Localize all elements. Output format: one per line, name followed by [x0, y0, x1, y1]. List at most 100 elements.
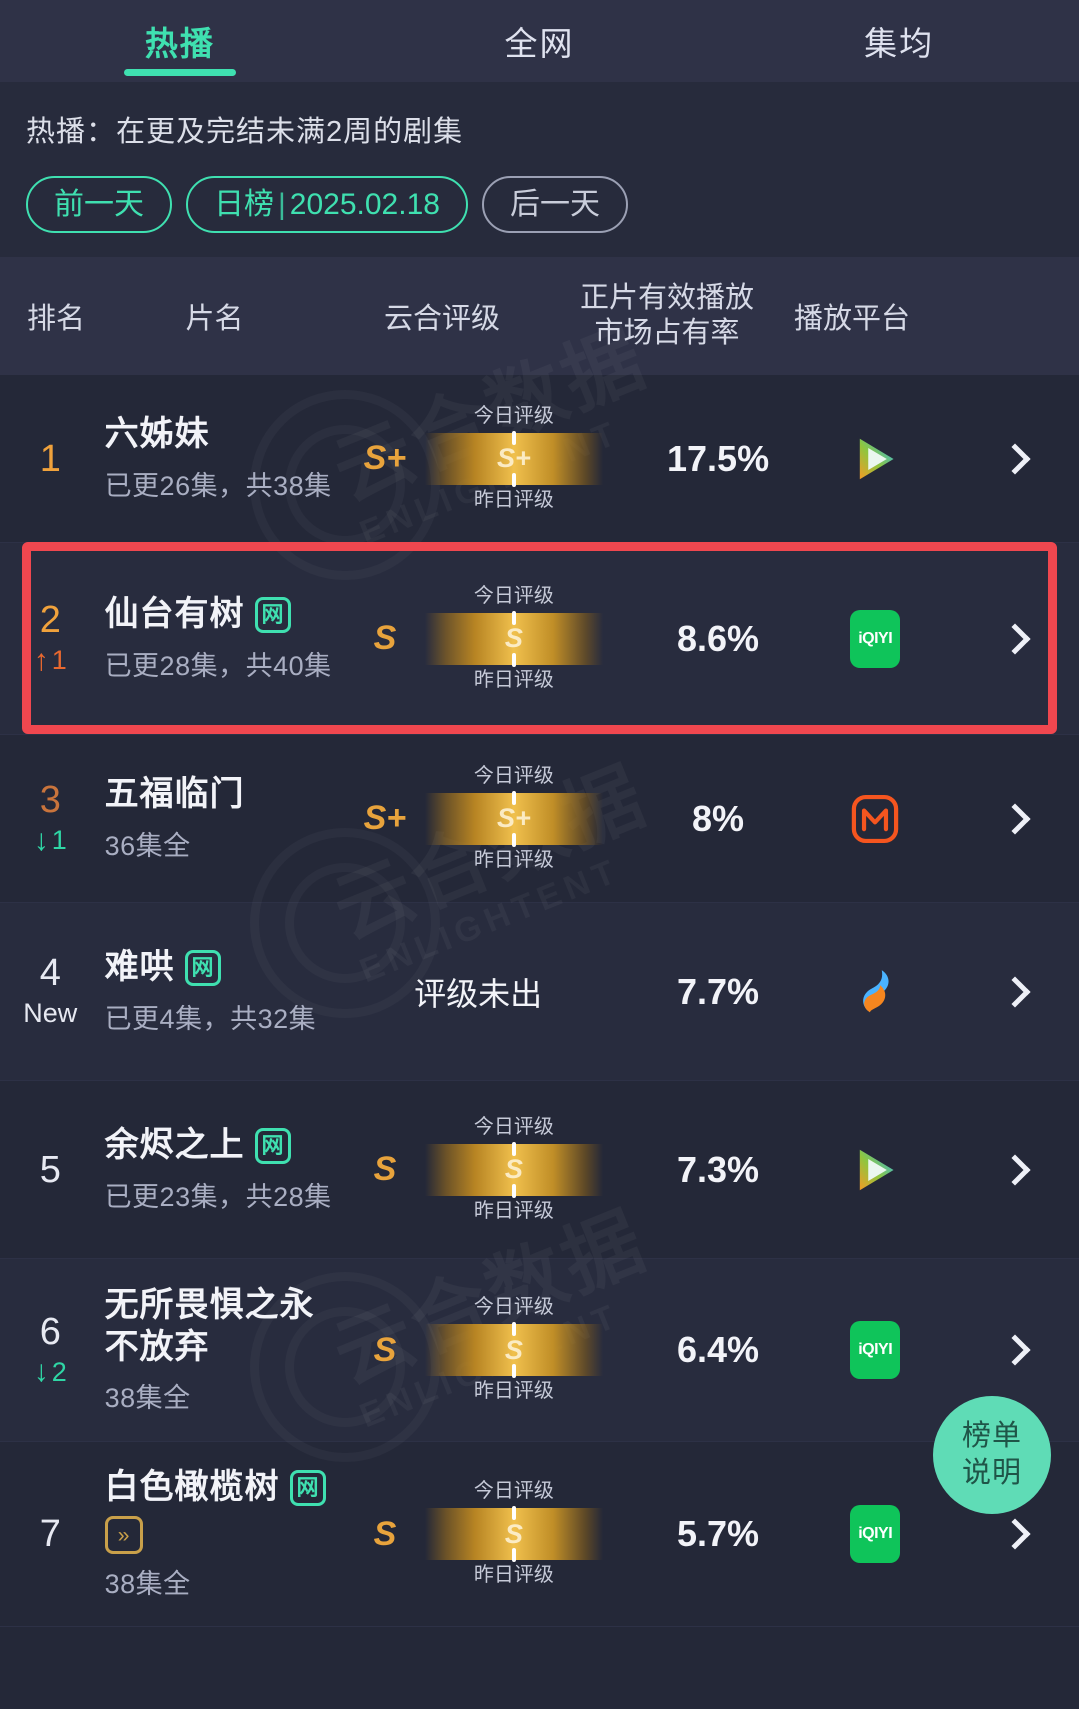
tab-whole-network[interactable]: 全网	[360, 0, 720, 82]
grade-cell: S+ 今日评级 S+ 昨日评级	[339, 763, 637, 875]
prev-day-button[interactable]: 前一天	[26, 176, 172, 233]
rank-number: 1	[39, 437, 61, 480]
wheel-tick-bottom	[511, 832, 516, 847]
title-cell[interactable]: 五福临门 36集全	[101, 774, 339, 862]
ranking-period-label: 日榜	[214, 188, 274, 221]
table-row[interactable]: 7 白色橄榄树 网 » 38集全 S 今日评级 S 昨日评级 5.7% iQIY…	[0, 1442, 1079, 1627]
wheel-band: S	[424, 610, 603, 667]
tab-label: 集均	[864, 25, 935, 62]
share-value: 8.6%	[677, 617, 760, 659]
rank-cell: 3 ↓ 1	[0, 781, 101, 856]
title-line: 仙台有树 网	[105, 594, 339, 635]
title-cell[interactable]: 仙台有树 网 已更28集，共40集	[101, 594, 339, 682]
ranking-explanation-button[interactable]: 榜单 说明	[933, 1396, 1051, 1514]
row-detail-button[interactable]	[952, 975, 1079, 1008]
rank-change-up: ↑ 1	[34, 645, 67, 676]
chevron-right-icon	[999, 1153, 1031, 1186]
header-title: 片名	[185, 303, 244, 335]
platform-cell[interactable]: iQIYI	[799, 609, 952, 668]
platform-cell[interactable]	[799, 792, 952, 846]
table-row[interactable]: 3 ↓ 1 五福临门 36集全 S+ 今日评级 S+ 昨日评级 8%	[0, 735, 1079, 903]
wheel-label-yesterday: 昨日评级	[473, 1564, 554, 1586]
row-detail-button[interactable]	[952, 622, 1079, 655]
title-cell[interactable]: 六姊妹 已更26集，共38集	[101, 414, 339, 502]
platform-cell[interactable]	[799, 432, 952, 486]
chevron-right-icon	[999, 442, 1031, 475]
web-exclusive-badge: 网	[184, 950, 221, 986]
enlightent-drama-ranking-screen: 热播 全网 集均 热播：在更及完结未满2周的剧集 前一天 日榜 | 2025.02.…	[0, 0, 1079, 1709]
grade-wheel: 今日评级 S+ 昨日评级	[424, 763, 603, 875]
grade-not-available: 评级未出	[414, 975, 543, 1012]
show-title: 无所畏惧之永不放弃	[104, 1286, 315, 1366]
wheel-band: S	[424, 1322, 603, 1378]
wheel-label-today: 今日评级	[473, 404, 554, 427]
header-grade: 云合评级	[383, 303, 500, 335]
wheel-label-yesterday: 昨日评级	[473, 848, 554, 871]
web-exclusive-badge: 网	[254, 1128, 291, 1164]
episode-info: 已更26集，共38集	[104, 470, 332, 501]
wheel-label-today: 今日评级	[473, 584, 554, 607]
platform-cell[interactable]	[799, 965, 952, 1019]
grade-current: S	[373, 619, 397, 657]
grade-current: S+	[363, 799, 407, 837]
mango-tv-icon	[851, 794, 899, 843]
share-value: 17.5%	[667, 437, 770, 479]
rank-change-value: 1	[51, 645, 67, 675]
iqiyi-icon: iQIYI	[850, 1321, 901, 1379]
wheel-value: S	[504, 623, 523, 653]
grade-cell: S 今日评级 S 昨日评级	[339, 1478, 637, 1590]
rank-number: 7	[39, 1513, 61, 1555]
wheel-label-today: 今日评级	[473, 1296, 554, 1318]
row-detail-button[interactable]	[952, 442, 1079, 475]
wheel-label-today: 今日评级	[473, 1480, 554, 1502]
title-cell[interactable]: 白色橄榄树 网 » 38集全	[101, 1467, 339, 1601]
youku-icon	[863, 969, 889, 1012]
next-day-button[interactable]: 后一天	[481, 176, 628, 233]
rank-cell: 4 New	[0, 954, 101, 1029]
table-row[interactable]: 6 ↓ 2 无所畏惧之永不放弃 38集全 S 今日评级 S 昨日评级 6.4% …	[0, 1259, 1079, 1442]
wheel-label-yesterday: 昨日评级	[473, 488, 554, 511]
filter-description: 热播：在更及完结未满2周的剧集	[26, 116, 464, 148]
date-selector-button[interactable]: 日榜 | 2025.02.18	[186, 176, 468, 233]
rank-change-down: ↓ 2	[34, 1357, 67, 1388]
wheel-label-yesterday: 昨日评级	[473, 1380, 554, 1402]
table-row[interactable]: 2 ↑ 1 仙台有树 网 已更28集，共40集 S 今日评级 S 昨日评级 8.…	[0, 543, 1079, 735]
wheel-label-yesterday: 昨日评级	[473, 668, 554, 691]
platform-cell[interactable]: iQIYI	[799, 1505, 952, 1563]
tab-per-episode-average[interactable]: 集均	[719, 0, 1079, 82]
title-cell[interactable]: 无所畏惧之永不放弃 38集全	[101, 1285, 339, 1415]
platform-cell[interactable]	[799, 1143, 952, 1197]
wheel-label-yesterday: 昨日评级	[473, 1199, 554, 1222]
title-cell[interactable]: 难哄 网 已更4集，共32集	[101, 947, 339, 1035]
tencent-video-icon	[859, 1149, 894, 1190]
arrow-down-icon: ↓	[33, 1355, 49, 1388]
title-line: 余烬之上 网	[105, 1125, 339, 1166]
table-row[interactable]: 1 六姊妹 已更26集，共38集 S+ 今日评级 S+ 昨日评级 17.5%	[0, 375, 1079, 543]
grade-current: S+	[363, 439, 407, 477]
tab-hot-airing[interactable]: 热播	[0, 0, 360, 82]
arrow-up-icon: ↑	[33, 643, 49, 677]
show-title: 余烬之上	[104, 1126, 245, 1165]
grade-wheel: 今日评级 S 昨日评级	[424, 1114, 603, 1226]
title-line: 无所畏惧之永不放弃	[105, 1285, 339, 1368]
episode-info: 已更23集，共28集	[104, 1181, 332, 1212]
table-row[interactable]: 5 余烬之上 网 已更23集，共28集 S 今日评级 S 昨日评级 7.3%	[0, 1081, 1079, 1259]
header-rank: 排名	[26, 303, 85, 335]
row-detail-button[interactable]	[952, 802, 1079, 835]
episode-info: 已更4集，共32集	[104, 1003, 317, 1034]
row-detail-button[interactable]	[952, 1334, 1079, 1366]
date-nav-chips: 前一天 日榜 | 2025.02.18 后一天	[26, 176, 1053, 233]
rank-number: 6	[39, 1310, 61, 1353]
wheel-tick-bottom	[511, 1548, 516, 1562]
title-cell[interactable]: 余烬之上 网 已更23集，共28集	[101, 1125, 339, 1213]
show-title: 六姊妹	[104, 415, 210, 454]
wheel-band: S	[424, 1141, 603, 1198]
row-detail-button[interactable]	[952, 1153, 1079, 1186]
title-line: 六姊妹	[105, 414, 339, 455]
platform-cell[interactable]: iQIYI	[799, 1321, 952, 1379]
wheel-label-today: 今日评级	[473, 764, 554, 787]
row-detail-button[interactable]	[952, 1518, 1079, 1550]
episode-info: 38集全	[104, 1382, 191, 1413]
header-share-line2: 市场占有率	[594, 317, 740, 349]
table-row[interactable]: 4 New 难哄 网 已更4集，共32集 评级未出 7.7%	[0, 903, 1079, 1081]
